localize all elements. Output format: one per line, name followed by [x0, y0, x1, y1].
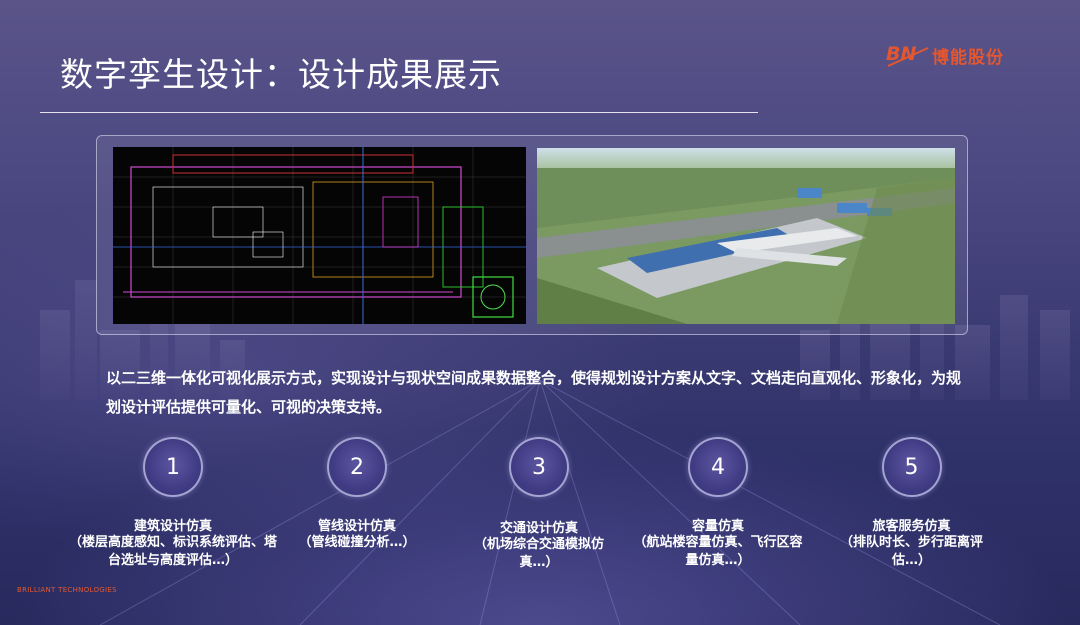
cad-drawing-image [113, 147, 526, 324]
step-number-badge: 5 [881, 437, 942, 497]
step-description: （楼层高度感知、标识系统评估、塔台选址与高度评估…） [68, 535, 277, 568]
step-number-badge: 1 [143, 437, 203, 497]
svg-text:BN: BN [886, 43, 916, 65]
footer-company-name: BRILLIANT TECHNOLOGIES [17, 586, 117, 594]
step-title: 容量仿真 [691, 519, 744, 534]
step-number-badge: 4 [688, 437, 748, 497]
company-logo: BN 博能股份 [886, 40, 1004, 70]
logo-mark-icon: BN [886, 43, 929, 67]
airport-3d-rendering-image [537, 148, 955, 324]
logo-text: 博能股份 [932, 48, 1004, 68]
title-divider [40, 112, 758, 113]
step-description: （管线碰撞分析…） [298, 535, 416, 550]
step-title: 旅客服务仿真 [872, 519, 951, 534]
step-pipeline-simulation: 2 管线设计仿真 （管线碰撞分析…） [252, 437, 462, 552]
step-number-badge: 3 [509, 437, 569, 497]
step-passenger-service-simulation: 5 旅客服务仿真 （排队时长、步行距离评估…） [834, 437, 989, 570]
step-traffic-simulation: 3 交通设计仿真 （机场综合交通模拟仿真…） [469, 437, 609, 572]
step-title: 管线设计仿真 [317, 519, 396, 534]
description-text: 以二三维一体化可视化展示方式，实现设计与现状空间成果数据整合，使得规划设计方案从… [106, 369, 962, 416]
step-number-badge: 2 [327, 437, 387, 497]
page-title: 数字孪生设计：设计成果展示 [60, 55, 502, 94]
step-description: （航站楼容量仿真、飞行区容量仿真…） [633, 535, 803, 568]
step-building-simulation: 1 建筑设计仿真 （楼层高度感知、标识系统评估、塔台选址与高度评估…） [68, 437, 278, 570]
step-title: 建筑设计仿真 [133, 519, 212, 534]
step-description: （排队时长、步行距离评估…） [839, 535, 983, 568]
step-capacity-simulation: 4 容量仿真 （航站楼容量仿真、飞行区容量仿真…） [628, 437, 808, 570]
step-description: （机场综合交通模拟仿真…） [473, 537, 604, 570]
step-title: 交通设计仿真 [499, 521, 578, 536]
